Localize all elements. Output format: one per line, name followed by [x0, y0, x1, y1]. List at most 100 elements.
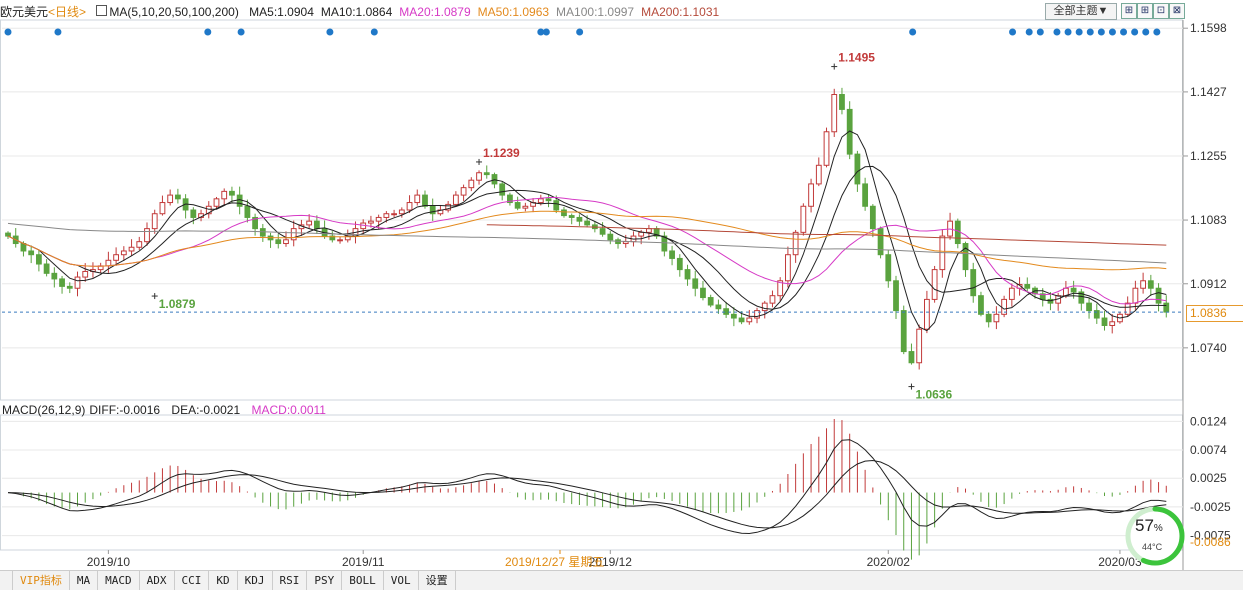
candle-up	[537, 198, 544, 204]
macd-tick-label: 0.0124	[1190, 414, 1227, 428]
main-legend: 欧元美元<日线> MA(5,10,20,50,100,200) MA5:1.09…	[0, 3, 733, 21]
candle-down	[730, 313, 737, 319]
tab-10[interactable]: VOL	[384, 571, 419, 590]
candle-down	[174, 194, 181, 200]
tab-1[interactable]: MA	[70, 571, 99, 590]
ma-value-4: MA100:1.0997	[556, 5, 635, 19]
candle-down	[51, 272, 58, 280]
restore-icon[interactable]: ⊡	[1153, 3, 1169, 19]
event-dot	[1025, 28, 1033, 36]
tab-7[interactable]: RSI	[273, 571, 308, 590]
macd-diff: DIFF:-0.0016	[89, 403, 161, 417]
y-tick-label: 1.0912	[1190, 277, 1227, 291]
event-dot	[1108, 28, 1116, 36]
candle-down	[885, 254, 892, 282]
candle-down	[229, 190, 235, 196]
candle-down	[839, 94, 845, 110]
candle-down	[1155, 287, 1162, 304]
candle-up	[746, 317, 753, 323]
y-tick-label: 1.1427	[1190, 85, 1227, 99]
candle-up	[808, 183, 814, 207]
ma-line-20	[7, 197, 1167, 305]
candle-down	[707, 297, 714, 306]
candle-down	[190, 209, 197, 218]
tab-8[interactable]: PSY	[307, 571, 343, 590]
candle-down	[869, 205, 876, 230]
y-tick-label: 1.0740	[1190, 341, 1227, 355]
candle-down	[1086, 302, 1092, 312]
candle-down	[429, 205, 436, 215]
candle-up	[113, 254, 119, 261]
ma-line-10	[7, 165, 1167, 310]
candle-down	[499, 183, 506, 196]
candle-up	[290, 228, 297, 241]
candle-down	[1024, 284, 1031, 289]
candle-down	[545, 198, 552, 202]
candle-up	[916, 328, 923, 364]
ma-value-0: MA5:1.0904	[249, 5, 314, 19]
candle-up	[452, 194, 459, 205]
ma-toggle-icon[interactable]	[96, 5, 108, 16]
tab-6[interactable]: KDJ	[238, 571, 273, 590]
x-tick-label: 2019/10	[87, 555, 131, 569]
tab-11[interactable]: 设置	[419, 571, 456, 590]
gauge-temp: 44°C	[1142, 542, 1163, 552]
candle-down	[738, 317, 745, 323]
candle-down	[568, 215, 575, 218]
event-dot	[237, 28, 245, 36]
candle-up	[1140, 280, 1147, 289]
indicator-tab-bar: VIP指标 MA MACD ADX CCI KD KDJ RSI PSY BOLL VOL 设置	[0, 570, 1243, 590]
candle-up	[406, 202, 413, 211]
candle-down	[244, 205, 251, 218]
candle-down	[259, 228, 266, 237]
candle-up	[522, 205, 529, 209]
candle-up	[82, 270, 89, 278]
ma-value-5: MA200:1.1031	[641, 5, 720, 19]
ma-params-label: MA(5,10,20,50,100,200)	[109, 5, 239, 19]
extreme-label: 1.1495	[838, 51, 875, 65]
layout-icon[interactable]: ⊞	[1121, 3, 1137, 19]
candle-up	[159, 202, 166, 215]
candle-up	[414, 194, 421, 204]
candle-up	[221, 190, 228, 200]
split-icon[interactable]: ⊞	[1137, 3, 1153, 19]
candle-up	[476, 172, 482, 181]
gauge-unit: %	[1153, 523, 1163, 534]
candle-down	[584, 220, 591, 226]
candle-up	[337, 239, 343, 242]
chart-canvas[interactable]: 1.1598 1.1427 1.1255 1.1083 1.0912 1.0740 0.01…	[0, 0, 1243, 570]
close-icon[interactable]: ⊠	[1169, 3, 1185, 19]
tab-0[interactable]: VIP指标	[13, 571, 70, 590]
tab-4[interactable]: CCI	[175, 571, 210, 590]
tab-5[interactable]: KD	[209, 571, 238, 590]
candle-up	[383, 213, 390, 218]
tab-9[interactable]: BOLL	[342, 571, 384, 590]
ma-value-2: MA20:1.0879	[399, 5, 471, 19]
tab-3[interactable]: ADX	[140, 571, 175, 590]
candle-up	[1124, 302, 1131, 315]
candle-down	[669, 250, 675, 259]
candle-down	[908, 351, 915, 364]
event-dot	[204, 28, 212, 36]
candle-up	[924, 298, 930, 330]
tab-scroll-left[interactable]	[0, 571, 13, 590]
period-label[interactable]: <日线>	[48, 5, 86, 19]
event-dot	[326, 28, 334, 36]
candle-up	[646, 228, 652, 233]
y-tick-label: 1.1083	[1190, 213, 1227, 227]
macd-legend: MACD(26,12,9) DIFF:-0.0016 DEA:-0.0021 MA…	[2, 403, 334, 417]
candle-up	[167, 194, 174, 204]
theme-dropdown-button[interactable]: 全部主题▼	[1045, 3, 1117, 20]
event-dot	[1153, 28, 1161, 36]
candle-up	[283, 239, 289, 245]
candle-up	[213, 198, 220, 207]
candle-down	[676, 257, 683, 271]
candle-down	[599, 228, 606, 235]
extreme-label: 1.1239	[483, 146, 520, 160]
ma-line-200	[486, 224, 1167, 246]
performance-gauge[interactable]: 57% 44°C	[1125, 506, 1185, 566]
candle-down	[893, 280, 899, 312]
tab-2[interactable]: MACD	[98, 571, 140, 590]
candle-up	[761, 302, 768, 312]
candle-down	[723, 308, 730, 315]
